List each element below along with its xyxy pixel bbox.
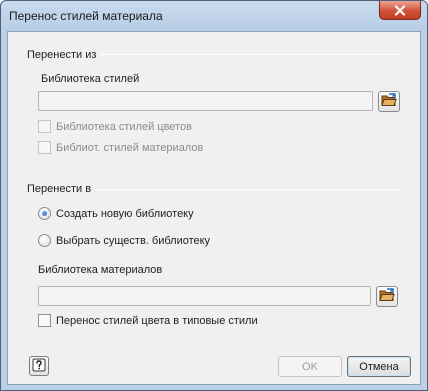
material-library-browse-button[interactable] <box>376 286 398 307</box>
transfer-color-styles-label: Перенос стилей цвета в типовые стили <box>56 314 258 327</box>
style-library-browse-button[interactable] <box>378 91 400 112</box>
radio-select-existing-library[interactable] <box>38 234 51 247</box>
color-styles-library-label: Библиотека стилей цветов <box>56 120 192 133</box>
color-styles-library-option[interactable]: Библиотека стилей цветов <box>38 120 192 133</box>
color-styles-library-checkbox[interactable] <box>38 120 51 133</box>
material-library-label: Библиотека материалов <box>38 264 163 276</box>
ok-button[interactable]: OK <box>278 356 342 377</box>
radio-create-new-library-option[interactable]: Создать новую библиотеку <box>38 207 194 220</box>
material-styles-library-checkbox[interactable] <box>38 141 51 154</box>
transfer-color-styles-option[interactable]: Перенос стилей цвета в типовые стили <box>38 314 258 327</box>
material-styles-library-option[interactable]: Библиот. стилей материалов <box>38 141 203 154</box>
help-icon <box>32 358 46 375</box>
cancel-button[interactable]: Отмена <box>347 356 411 377</box>
group-label-transfer-from: Перенести из <box>27 49 97 61</box>
help-button[interactable] <box>29 356 49 376</box>
transfer-color-styles-checkbox[interactable] <box>38 314 51 327</box>
title-bar[interactable]: Перенос стилей материала <box>1 1 427 31</box>
close-icon <box>394 4 406 16</box>
separator-transfer-to <box>95 189 399 190</box>
close-button[interactable] <box>379 1 421 20</box>
radio-create-new-library[interactable] <box>38 207 51 220</box>
separator-transfer-from <box>100 54 399 55</box>
radio-select-existing-library-label: Выбрать существ. библиотеку <box>56 234 211 247</box>
radio-create-new-library-label: Создать новую библиотеку <box>56 207 194 220</box>
folder-browse-icon <box>381 93 397 110</box>
dialog-window: Перенос стилей материала Перенести из Би… <box>0 0 428 391</box>
window-title: Перенос стилей материала <box>9 9 163 23</box>
radio-select-existing-library-option[interactable]: Выбрать существ. библиотеку <box>38 234 210 247</box>
group-label-transfer-to: Перенести в <box>27 183 92 195</box>
dialog-body: Перенести из Библиотека стилей Библиотек… <box>7 31 421 385</box>
style-library-label: Библиотека стилей <box>41 73 140 85</box>
material-library-input[interactable] <box>38 286 371 306</box>
material-styles-library-label: Библиот. стилей материалов <box>56 141 204 154</box>
folder-browse-icon <box>379 288 395 305</box>
style-library-input[interactable] <box>38 91 373 111</box>
